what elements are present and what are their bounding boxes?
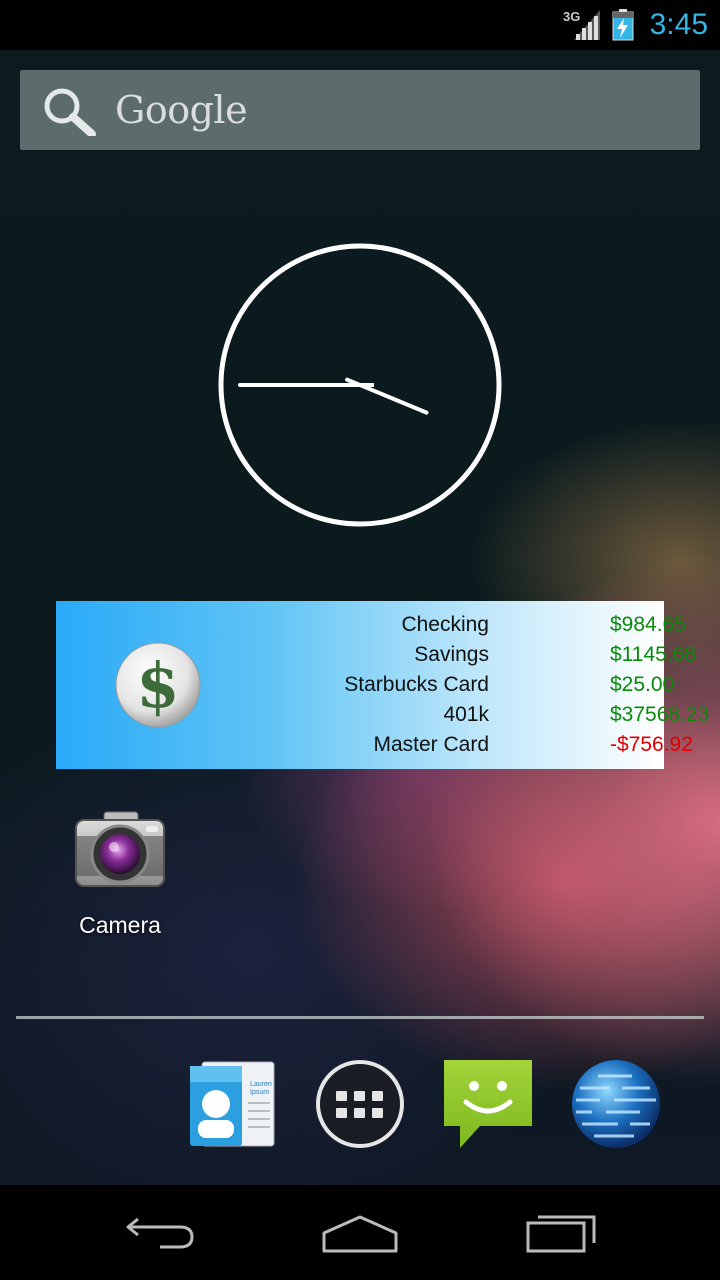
account-amount: $984.65 xyxy=(610,613,686,636)
google-search-bar[interactable]: Google xyxy=(20,70,700,150)
recent-apps-icon[interactable] xyxy=(510,1207,610,1257)
finance-widget[interactable]: $ Checking $984.65 Savings $1145.68 Star… xyxy=(56,601,709,769)
account-label: 401k xyxy=(443,703,489,726)
account-amount: $37568.23 xyxy=(610,703,710,726)
globe-icon xyxy=(572,1060,660,1148)
back-icon[interactable] xyxy=(110,1207,210,1257)
account-amount: $1145.68 xyxy=(610,643,697,666)
navigation-bar xyxy=(0,1185,720,1280)
account-row: 401k $37568.23 xyxy=(164,703,709,733)
battery-charging-icon xyxy=(612,9,634,41)
account-label: Starbucks Card xyxy=(344,673,489,696)
status-time: 3:45 xyxy=(649,8,708,41)
app-drawer-button[interactable] xyxy=(314,1058,406,1150)
google-label: Google xyxy=(115,88,248,132)
dock-divider xyxy=(16,1016,704,1019)
account-row: Checking $984.65 xyxy=(164,613,685,643)
account-label: Checking xyxy=(401,613,489,636)
messaging-icon xyxy=(444,1060,532,1148)
status-bar: 3G 3:45 xyxy=(0,0,720,50)
analog-clock-widget[interactable] xyxy=(216,243,504,531)
app-drawer-icon xyxy=(316,1060,404,1148)
clock-hub xyxy=(346,383,374,387)
dock-contacts-button[interactable]: Lauren Ipsum xyxy=(188,1058,280,1150)
account-amount: -$756.92 xyxy=(610,733,693,756)
dock-messaging-button[interactable] xyxy=(442,1058,534,1150)
account-row: Master Card -$756.92 xyxy=(164,733,692,763)
dock-browser-button[interactable] xyxy=(570,1058,662,1150)
svg-text:Lauren: Lauren xyxy=(250,1081,272,1088)
contacts-icon: Lauren Ipsum xyxy=(190,1061,275,1147)
account-label: Savings xyxy=(414,643,489,666)
accounts-list: Checking $984.65 Savings $1145.68 Starbu… xyxy=(164,613,709,763)
account-label: Master Card xyxy=(373,733,489,756)
search-icon xyxy=(44,88,96,136)
svg-text:Ipsum: Ipsum xyxy=(250,1089,269,1096)
account-amount: $25.00 xyxy=(610,673,675,696)
signal-icon xyxy=(574,10,600,40)
home-icon[interactable] xyxy=(310,1207,410,1257)
camera-label: Camera xyxy=(79,912,161,938)
account-row: Starbucks Card $25.00 xyxy=(164,673,674,703)
camera-icon xyxy=(75,811,165,887)
account-row: Savings $1145.68 xyxy=(164,643,696,673)
